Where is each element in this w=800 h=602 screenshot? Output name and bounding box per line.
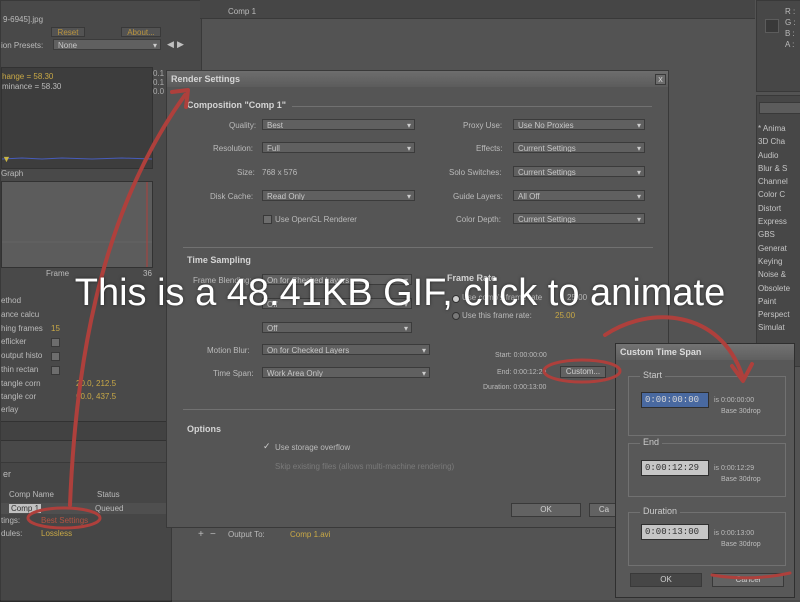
animate-gif-banner[interactable]: This is a 48.41KB GIF, click to animate	[0, 272, 800, 315]
